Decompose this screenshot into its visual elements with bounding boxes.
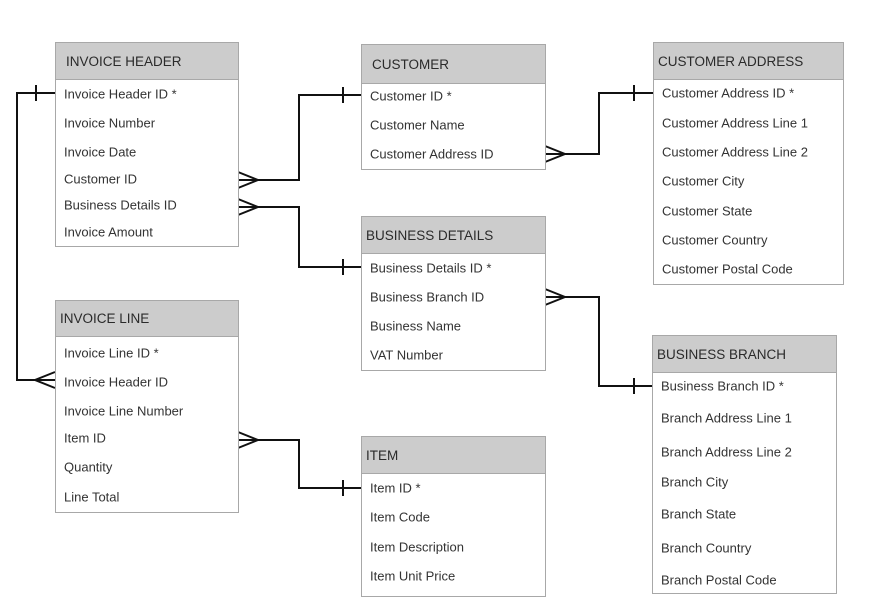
field: Customer Address Line 2 <box>662 144 808 160</box>
field: Business Name <box>370 318 462 334</box>
entity-item[interactable]: ITEM Item ID * Item Code Item Descriptio… <box>361 436 546 597</box>
entity-title: ITEM <box>362 437 545 474</box>
field: Branch City <box>661 474 729 490</box>
entity-customer[interactable]: CUSTOMER Customer ID * Customer Name Cus… <box>361 44 546 170</box>
field: Customer Address Line 1 <box>662 115 808 131</box>
field: Invoice Header ID <box>64 374 169 390</box>
field: Customer Address ID <box>370 146 494 162</box>
entity-title: CUSTOMER ADDRESS <box>654 43 843 80</box>
field: Quantity <box>64 459 113 475</box>
field: Customer Postal Code <box>662 261 793 277</box>
entity-customer-address[interactable]: CUSTOMER ADDRESS Customer Address ID * C… <box>653 42 844 285</box>
rel-invoice-line-invoice-header <box>16 85 56 389</box>
field: Invoice Amount <box>64 224 153 240</box>
rel-invoice-line-item <box>237 431 361 496</box>
field: Invoice Date <box>64 144 137 160</box>
entity-title: BUSINESS BRANCH <box>653 336 836 373</box>
entity-title: CUSTOMER <box>362 45 545 84</box>
field: Invoice Number <box>64 115 156 131</box>
rel-invoice-header-business-details <box>237 198 361 275</box>
field: Branch Address Line 1 <box>661 410 792 426</box>
field: Customer Address ID * <box>662 85 795 101</box>
field: Branch State <box>661 506 737 522</box>
field: Customer Country <box>662 232 768 248</box>
field: Customer ID <box>64 171 137 187</box>
entity-invoice-header[interactable]: INVOICE HEADER Invoice Header ID * Invoi… <box>55 42 239 247</box>
rel-invoice-header-customer <box>237 87 361 189</box>
rel-business-details-business-branch <box>544 288 652 394</box>
field: Business Details ID * <box>370 260 492 276</box>
field: Branch Postal Code <box>661 572 777 588</box>
field: Branch Country <box>661 540 752 556</box>
field: Customer ID * <box>370 88 452 104</box>
field: Invoice Line ID * <box>64 345 159 361</box>
field: Item ID * <box>370 480 421 496</box>
rel-customer-customer-address <box>544 85 653 163</box>
field: Item Code <box>370 509 430 525</box>
field: Customer State <box>662 203 753 219</box>
field: Item ID <box>64 430 106 446</box>
field: Item Unit Price <box>370 568 456 584</box>
entity-business-branch[interactable]: BUSINESS BRANCH Business Branch ID * Bra… <box>652 335 837 594</box>
entity-invoice-line[interactable]: INVOICE LINE Invoice Line ID * Invoice H… <box>55 300 239 513</box>
field: Business Branch ID * <box>661 378 784 394</box>
field: Invoice Line Number <box>64 403 184 419</box>
field: VAT Number <box>370 347 443 363</box>
field: Customer Name <box>370 117 465 133</box>
entity-title: INVOICE HEADER <box>56 43 238 80</box>
field: Business Branch ID <box>370 289 485 305</box>
field: Customer City <box>662 173 745 189</box>
field: Branch Address Line 2 <box>661 444 792 460</box>
entity-business-details[interactable]: BUSINESS DETAILS Business Details ID * B… <box>361 216 546 371</box>
field: Line Total <box>64 489 120 505</box>
entity-title: BUSINESS DETAILS <box>362 217 545 254</box>
field: Item Description <box>370 539 464 555</box>
entity-title: INVOICE LINE <box>56 301 238 337</box>
field: Business Details ID <box>64 197 177 213</box>
field: Invoice Header ID * <box>64 86 177 102</box>
